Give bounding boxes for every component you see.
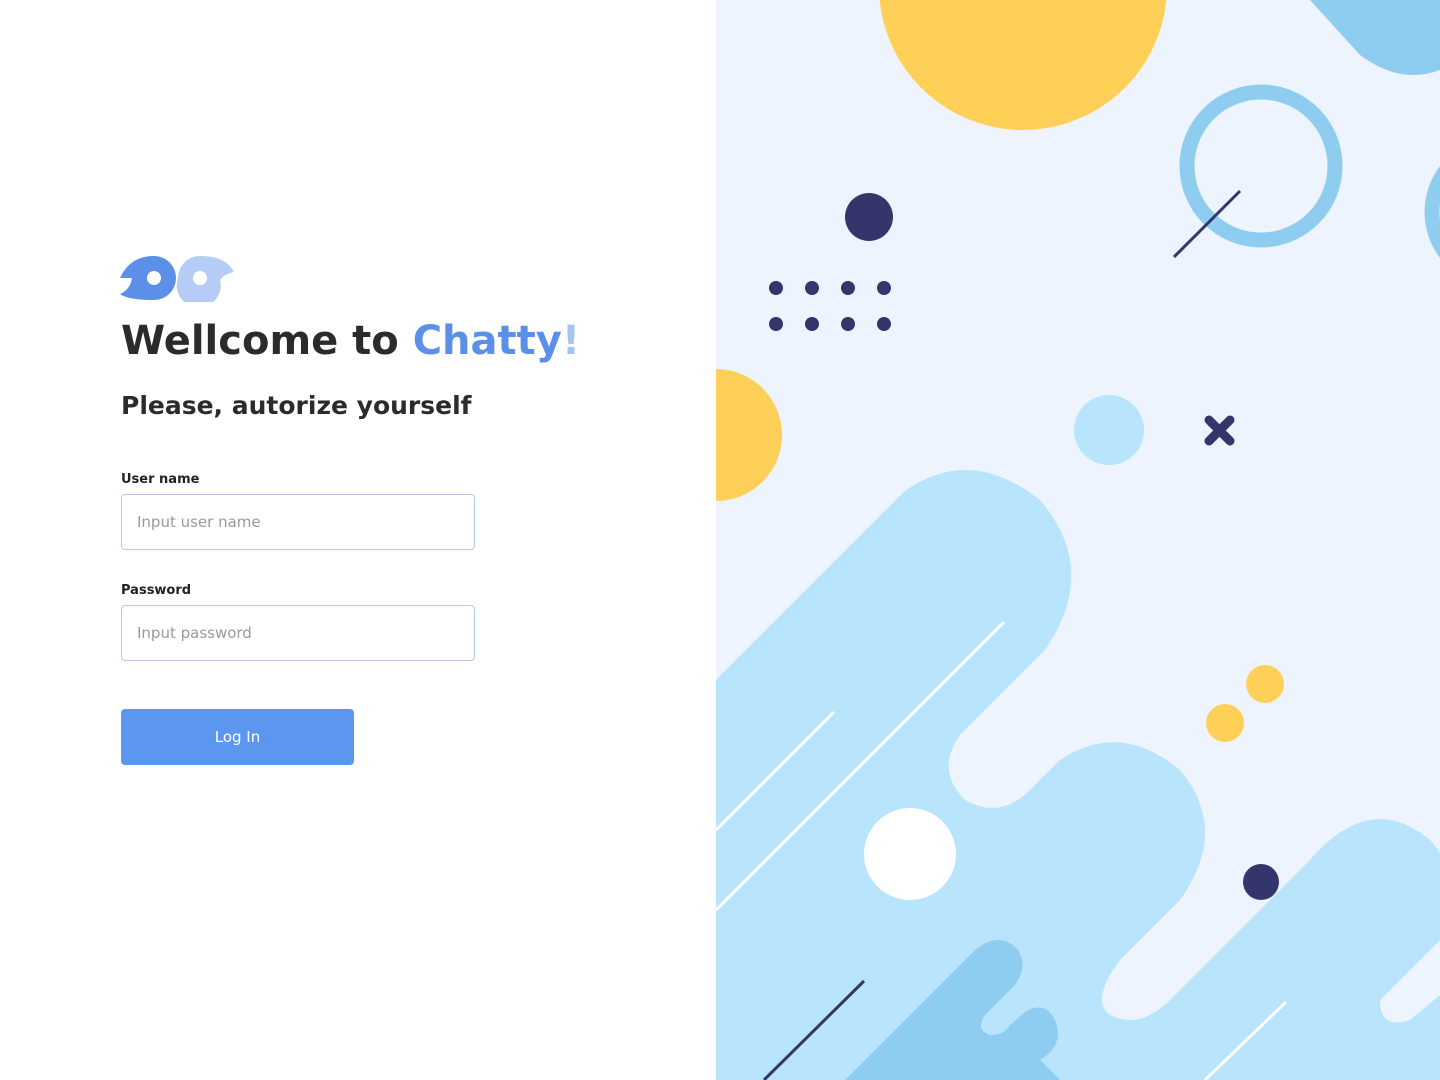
chatty-logo-icon [120,256,234,302]
decorative-illustration [716,0,1440,1080]
login-page: Wellcome to Chatty! Please, autorize you… [0,0,1440,1080]
brand-name: Chatty [412,318,562,364]
light-blue-circle [1074,395,1144,465]
yellow-dot-1 [1246,665,1284,703]
username-input[interactable] [121,494,475,550]
welcome-title-prefix: Wellcome to [121,318,413,364]
password-input[interactable] [121,605,475,661]
brand-exclamation: ! [561,318,581,364]
login-panel: Wellcome to Chatty! Please, autorize you… [0,0,716,1080]
password-label: Password [121,583,192,598]
white-circle [864,808,956,900]
login-subtitle: Please, autorize yourself [121,391,472,420]
navy-dot [1243,864,1279,900]
login-button[interactable]: Log In [121,709,354,765]
yellow-dot-2 [1206,704,1244,742]
username-label: User name [121,472,200,487]
abstract-shapes-illustration [716,0,1440,1080]
navy-circle [845,193,893,241]
welcome-title: Wellcome to Chatty! [121,312,580,370]
